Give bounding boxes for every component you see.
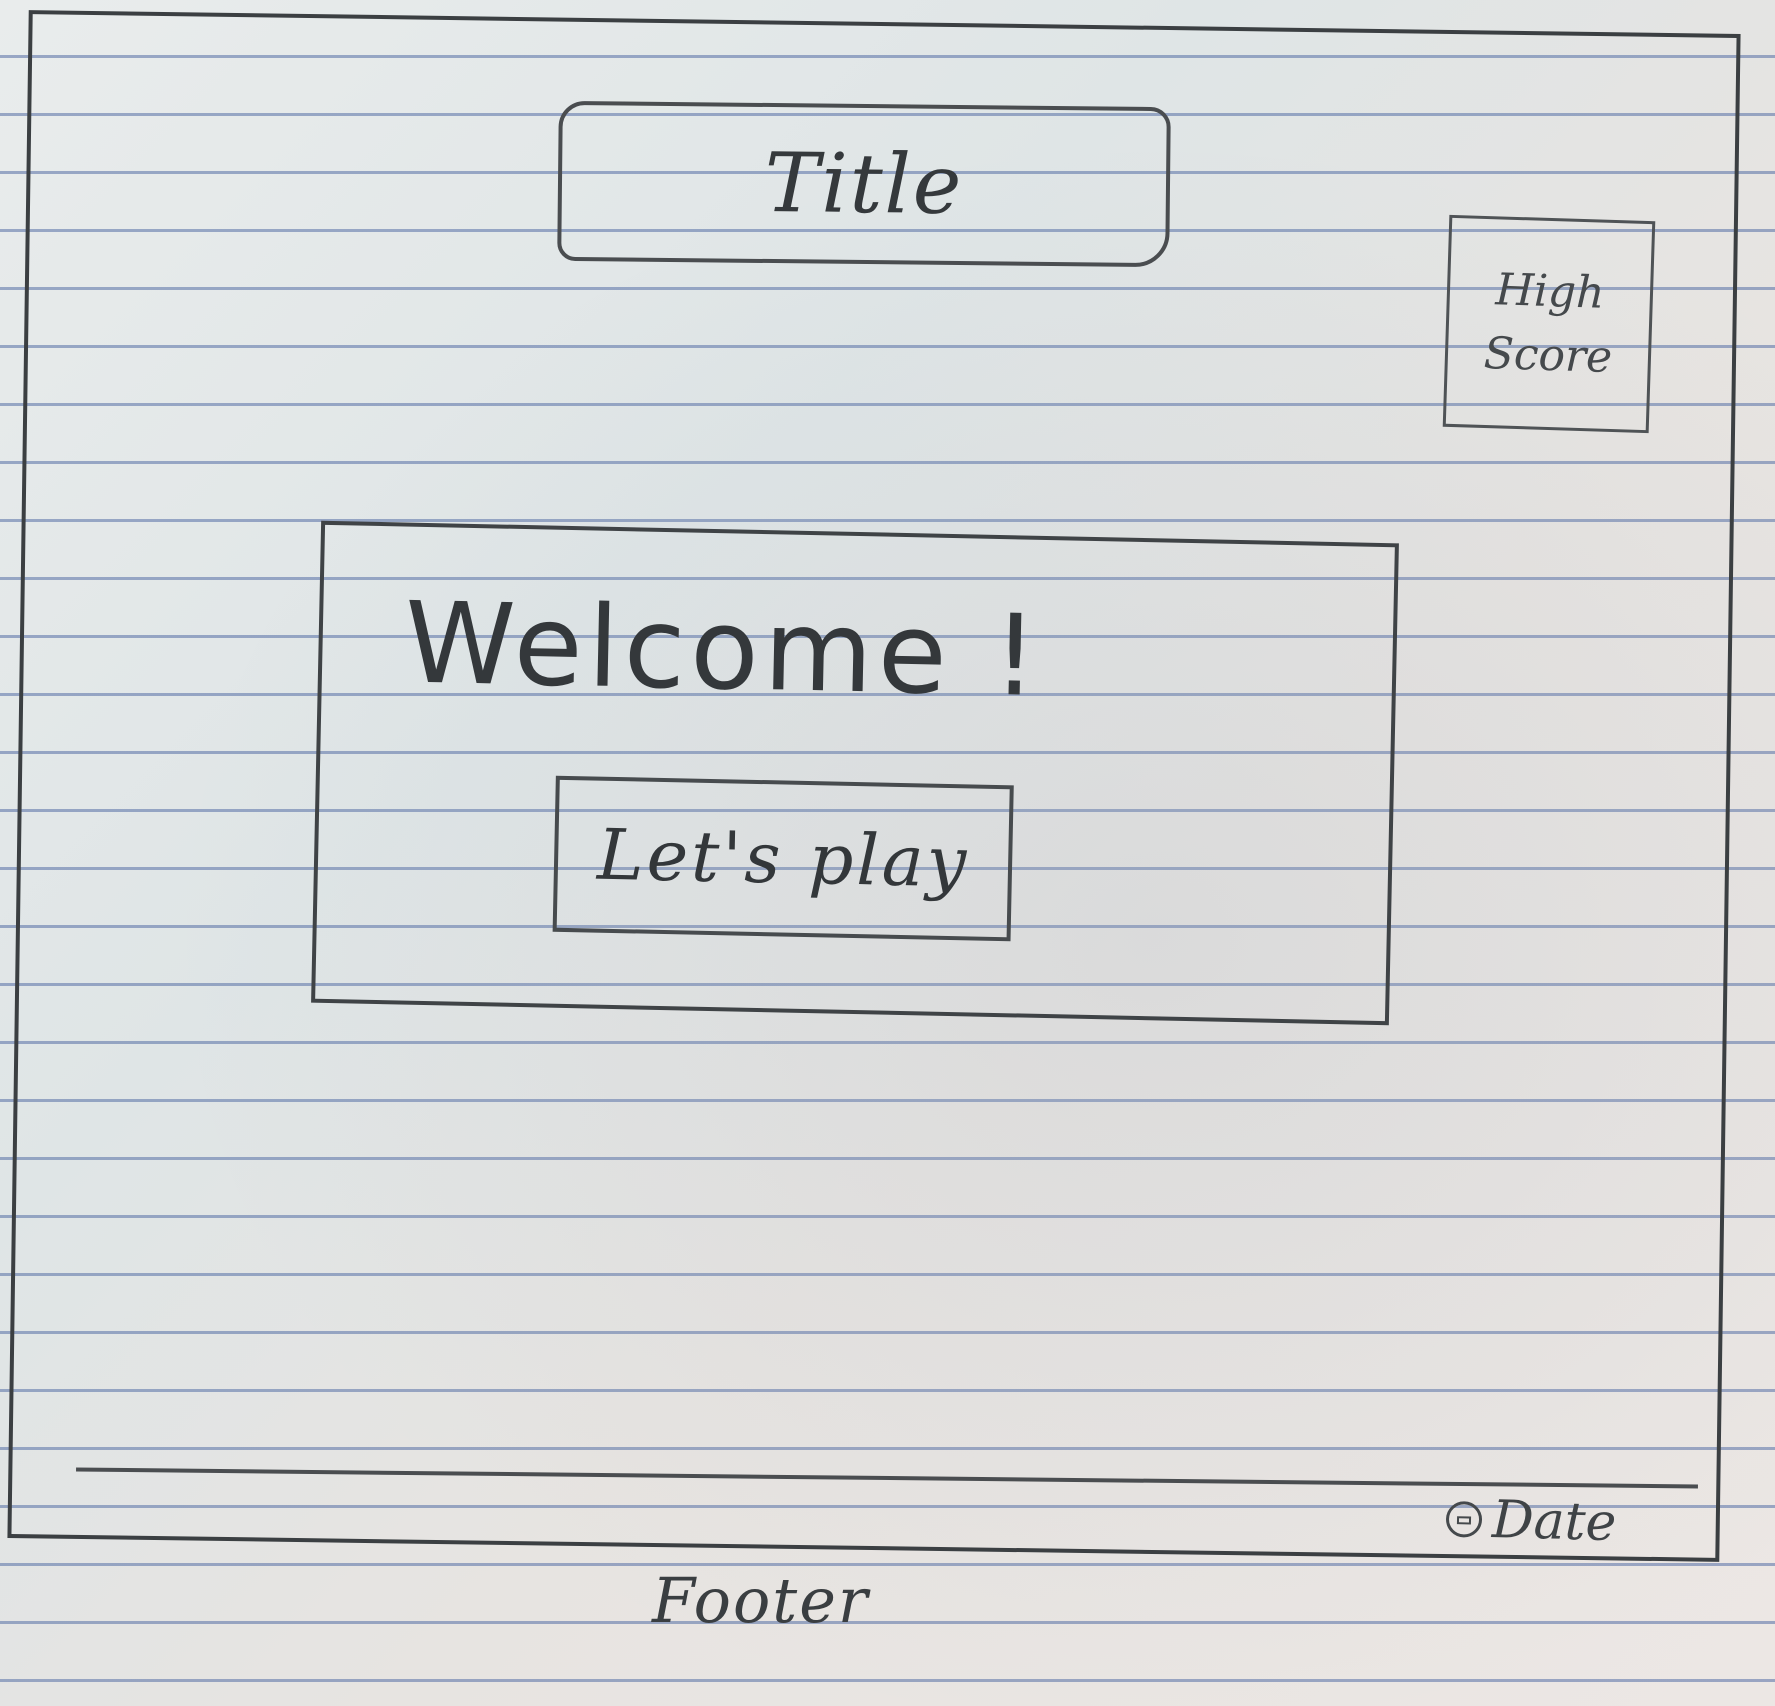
high-score-box: High Score [1442, 214, 1656, 434]
high-score-label: High Score [1483, 264, 1613, 383]
date-label: Date [1491, 1490, 1618, 1554]
footer-label: Footer [652, 1564, 870, 1637]
play-button[interactable]: Let's play [552, 775, 1014, 942]
welcome-heading: Welcome ! [403, 578, 1044, 722]
title-box: Title [557, 100, 1171, 268]
page-title: Title [764, 135, 964, 233]
copyright-icon [1445, 1500, 1483, 1538]
welcome-panel: Welcome ! Let's play [311, 520, 1399, 1026]
footer-date: Date [1445, 1482, 1617, 1560]
play-button-label: Let's play [596, 813, 970, 904]
